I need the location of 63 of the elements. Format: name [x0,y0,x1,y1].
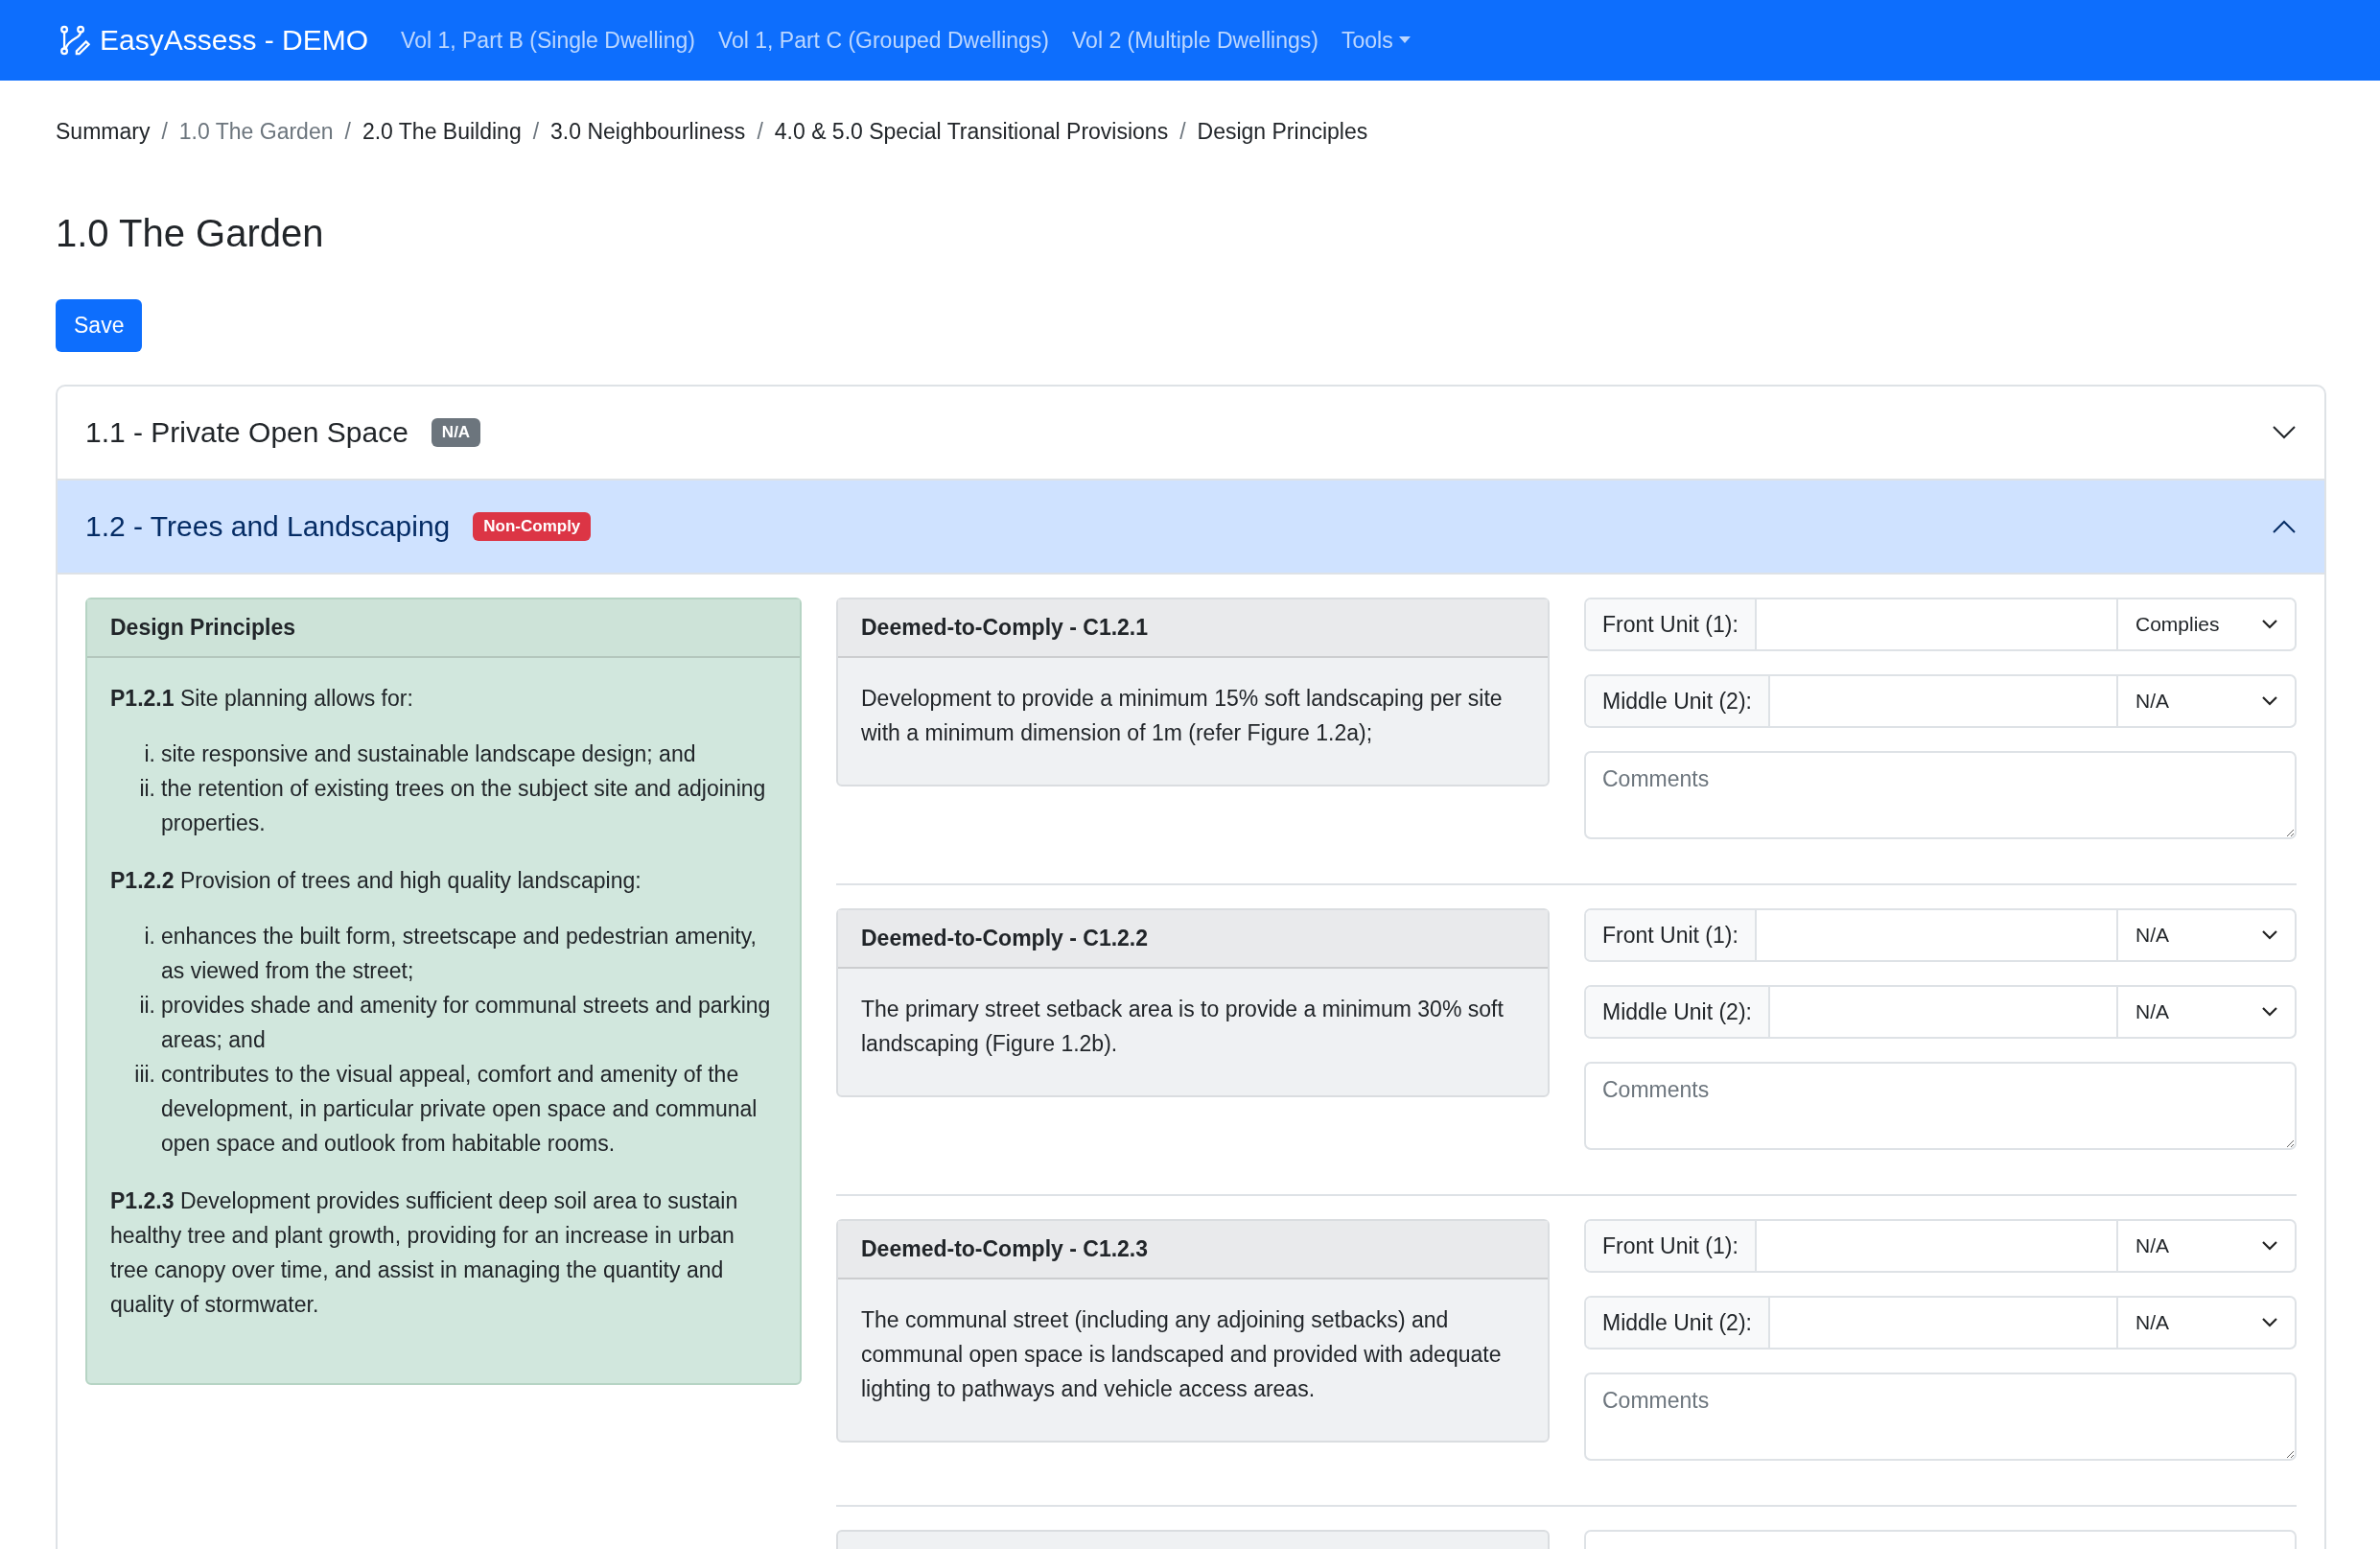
unit-label: Middle Unit (2): [1586,1298,1770,1348]
status-select[interactable]: N/A [2116,910,2295,960]
breadcrumb-link[interactable]: 1.0 The Garden [178,119,334,145]
breadcrumb-separator: / [532,119,540,145]
list-numeral: ii. [138,992,156,1020]
breadcrumb-separator: / [757,119,763,145]
list-item-text: the retention of existing trees on the subject site and adjoining properties. [161,775,767,837]
status-select[interactable]: N/A [2116,1221,2295,1271]
list-numeral: i. [143,923,156,951]
card-title: Deemed-to-Comply - C1.2.3 [838,1221,1548,1279]
chevron-down-icon [2262,1241,2277,1251]
status-select[interactable]: Complies [2116,599,2295,649]
principle-text: P1.2.2 Provision of trees and high quality landscaping: [110,867,642,895]
git-branch-pencil-icon [58,24,90,57]
list-item-text: enhances the built form, streetscape and pedestrian amenity, as viewed from the street; [161,923,758,985]
status-select[interactable]: N/A [2116,1298,2295,1348]
breadcrumb-separator: / [1179,119,1186,145]
list-numeral: ii. [138,775,156,803]
comments-field[interactable]: Comments [1584,751,2297,839]
list-numeral: iii. [133,1061,156,1089]
status-select[interactable]: N/A [2116,987,2295,1037]
status-select[interactable]: N/A [2116,676,2295,726]
section-title: 1.2 - Trees and Landscaping [85,510,451,543]
status-badge: N/A [431,418,481,447]
breadcrumb-link[interactable]: 4.0 & 5.0 Special Transitional Provisions [774,119,1169,145]
chevron-down-icon [2262,1318,2277,1327]
unit-label: Front Unit (1): [1586,1221,1757,1271]
comments-field[interactable]: Comments [1584,1062,2297,1150]
requirement-text: The primary street setback area is to provide a minimum 30% soft landscaping (Figure 1.2b). [860,996,1505,1058]
breadcrumb-separator: / [344,119,351,145]
principle-text: P1.2.3 Development provides sufficient deep soil area to sustain healthy tree and plant growth, providing for an increase in urban tree canopy over time, and assist in managing the quantity and quality of stormwater. [110,1187,739,1319]
chevron-down-icon [2262,930,2277,940]
chevron-down-icon [2262,696,2277,706]
requirement-text: The communal street (including any adjoining setbacks) and communal open space is landscaped and provided with adequate lighting to pathways and vehicle access areas. [860,1306,1503,1403]
list-item-text: contributes to the visual appeal, comfort and amenity of the development, in particular private open space and communal open space and outlook from habitable rooms. [161,1061,758,1158]
chevron-down-icon [2272,425,2297,440]
principle-text: P1.2.1 Site planning allows for: [110,685,414,713]
unit-label: Middle Unit (2): [1586,987,1770,1037]
breadcrumb-link[interactable]: Summary [56,119,151,145]
unit-label: Front Unit (1): [1586,910,1757,960]
breadcrumb-link[interactable]: 2.0 The Building [362,119,522,145]
status-badge: Non-Comply [473,512,592,541]
breadcrumb-separator: / [161,119,168,145]
breadcrumb-link[interactable]: 3.0 Neighbourliness [550,119,746,145]
breadcrumb-link[interactable]: Design Principles [1197,119,1368,145]
unit-label: Middle Unit (2): [1586,676,1770,726]
accordion-header[interactable]: 1.2 - Trees and Landscaping Non-Comply [58,481,2324,575]
save-button[interactable]: Save [56,299,143,352]
comments-field[interactable]: Comments [1584,1373,2297,1461]
list-item-text: site responsive and sustainable landscape design; and [161,740,696,768]
card-title: Design Principles [87,599,800,658]
unit-label: Front Unit (1): [1586,599,1757,649]
chevron-down-icon [2262,1007,2277,1017]
card-title: Deemed-to-Comply - C1.2.1 [838,599,1548,658]
section-title: 1.1 - Private Open Space [85,416,408,449]
caret-icon [1398,36,1411,44]
card-title: Deemed-to-Comply - C1.2.2 [838,910,1548,969]
chevron-up-icon [2272,519,2297,534]
list-numeral: i. [143,740,156,768]
page-title: 1.0 The Garden [56,212,325,255]
requirement-text: Development to provide a minimum 15% soft landscaping per site with a minimum dimension of 1m (refer Figure 1.2a); [860,685,1504,747]
brand-link[interactable]: EasyAssess - DEMO [58,24,369,57]
chevron-down-icon [2262,620,2277,629]
